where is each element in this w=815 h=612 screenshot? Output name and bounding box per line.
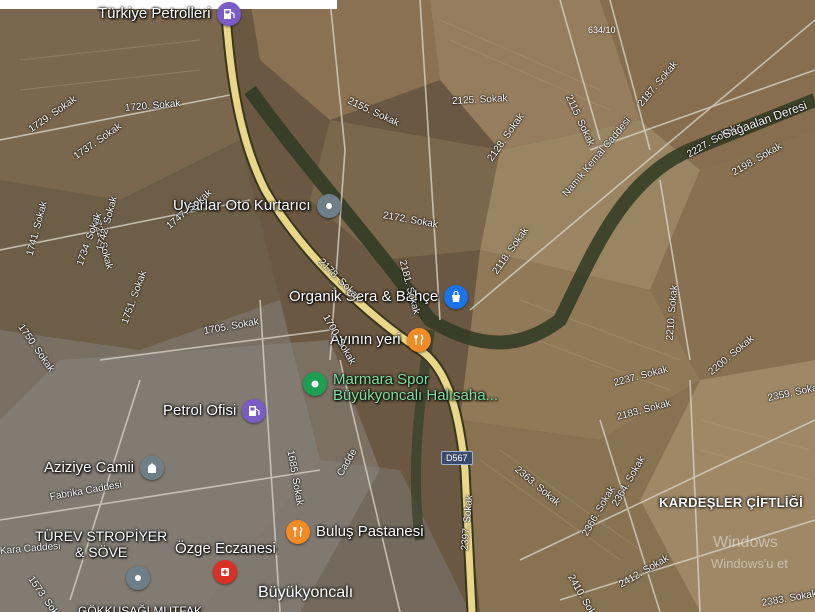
- poi-unnamed[interactable]: [126, 566, 150, 590]
- pharmacy-icon: [213, 560, 238, 584]
- farm-label: KARDEŞLER ÇİFTLİĞİ: [659, 495, 804, 510]
- poi-label: Buluş Pastanesi: [316, 523, 424, 540]
- poi-bulus-pastanesi[interactable]: Buluş Pastanesi: [286, 520, 424, 544]
- poi-turkiye-petrolleri[interactable]: Türkiye Petrolleri: [98, 2, 241, 26]
- map-canvas[interactable]: Türkiye Petrolleri Uyarlar Oto Kurtarıcı…: [0, 0, 815, 612]
- shopping-bag-icon: [444, 285, 469, 309]
- fuel-icon: [216, 2, 241, 26]
- road-shield-d567: D567: [441, 451, 473, 465]
- poi-label: Türkiye Petrolleri: [98, 5, 211, 22]
- fuel-icon: [242, 399, 267, 423]
- poi-label: Marmara Spor: [333, 371, 429, 388]
- poi-label: Petrol Ofisi: [163, 402, 237, 419]
- restaurant-icon: [286, 520, 310, 544]
- poi-ozge-eczanesi[interactable]: Özge Eczanesi: [175, 541, 276, 584]
- pin-icon: [126, 566, 150, 590]
- park-icon: [303, 372, 327, 396]
- watermark-line1: Windows: [713, 534, 778, 551]
- road-shield-634: 634/10: [588, 25, 616, 35]
- pin-icon: [316, 194, 341, 218]
- restaurant-icon: [406, 328, 431, 352]
- bottom-poi-label: GÖKKUŞAĞI MUTFAK: [78, 604, 203, 612]
- poi-petrol-ofisi[interactable]: Petrol Ofisi: [163, 399, 267, 423]
- poi-label: Aziziye Camii: [44, 459, 135, 476]
- poi-label-line2: & SÖVE: [75, 544, 128, 560]
- poi-organik-sera-bahce[interactable]: Organik Sera & Bahçe: [289, 285, 469, 309]
- mosque-icon: [140, 456, 165, 480]
- poi-label: Özge Eczanesi: [175, 540, 276, 557]
- watermark-line2: Windows'u et: [711, 556, 788, 571]
- town-label: Büyükyoncalı: [258, 584, 354, 601]
- poi-label-group: Marmara Spor Büyükyoncalı Halısaha...: [333, 372, 498, 404]
- poi-label-line2: Büyükyoncalı Halısaha...: [333, 387, 499, 404]
- poi-marmara-spor[interactable]: Marmara Spor Büyükyoncalı Halısaha...: [303, 372, 498, 404]
- poi-aziziye-camii[interactable]: Aziziye Camii: [44, 456, 165, 480]
